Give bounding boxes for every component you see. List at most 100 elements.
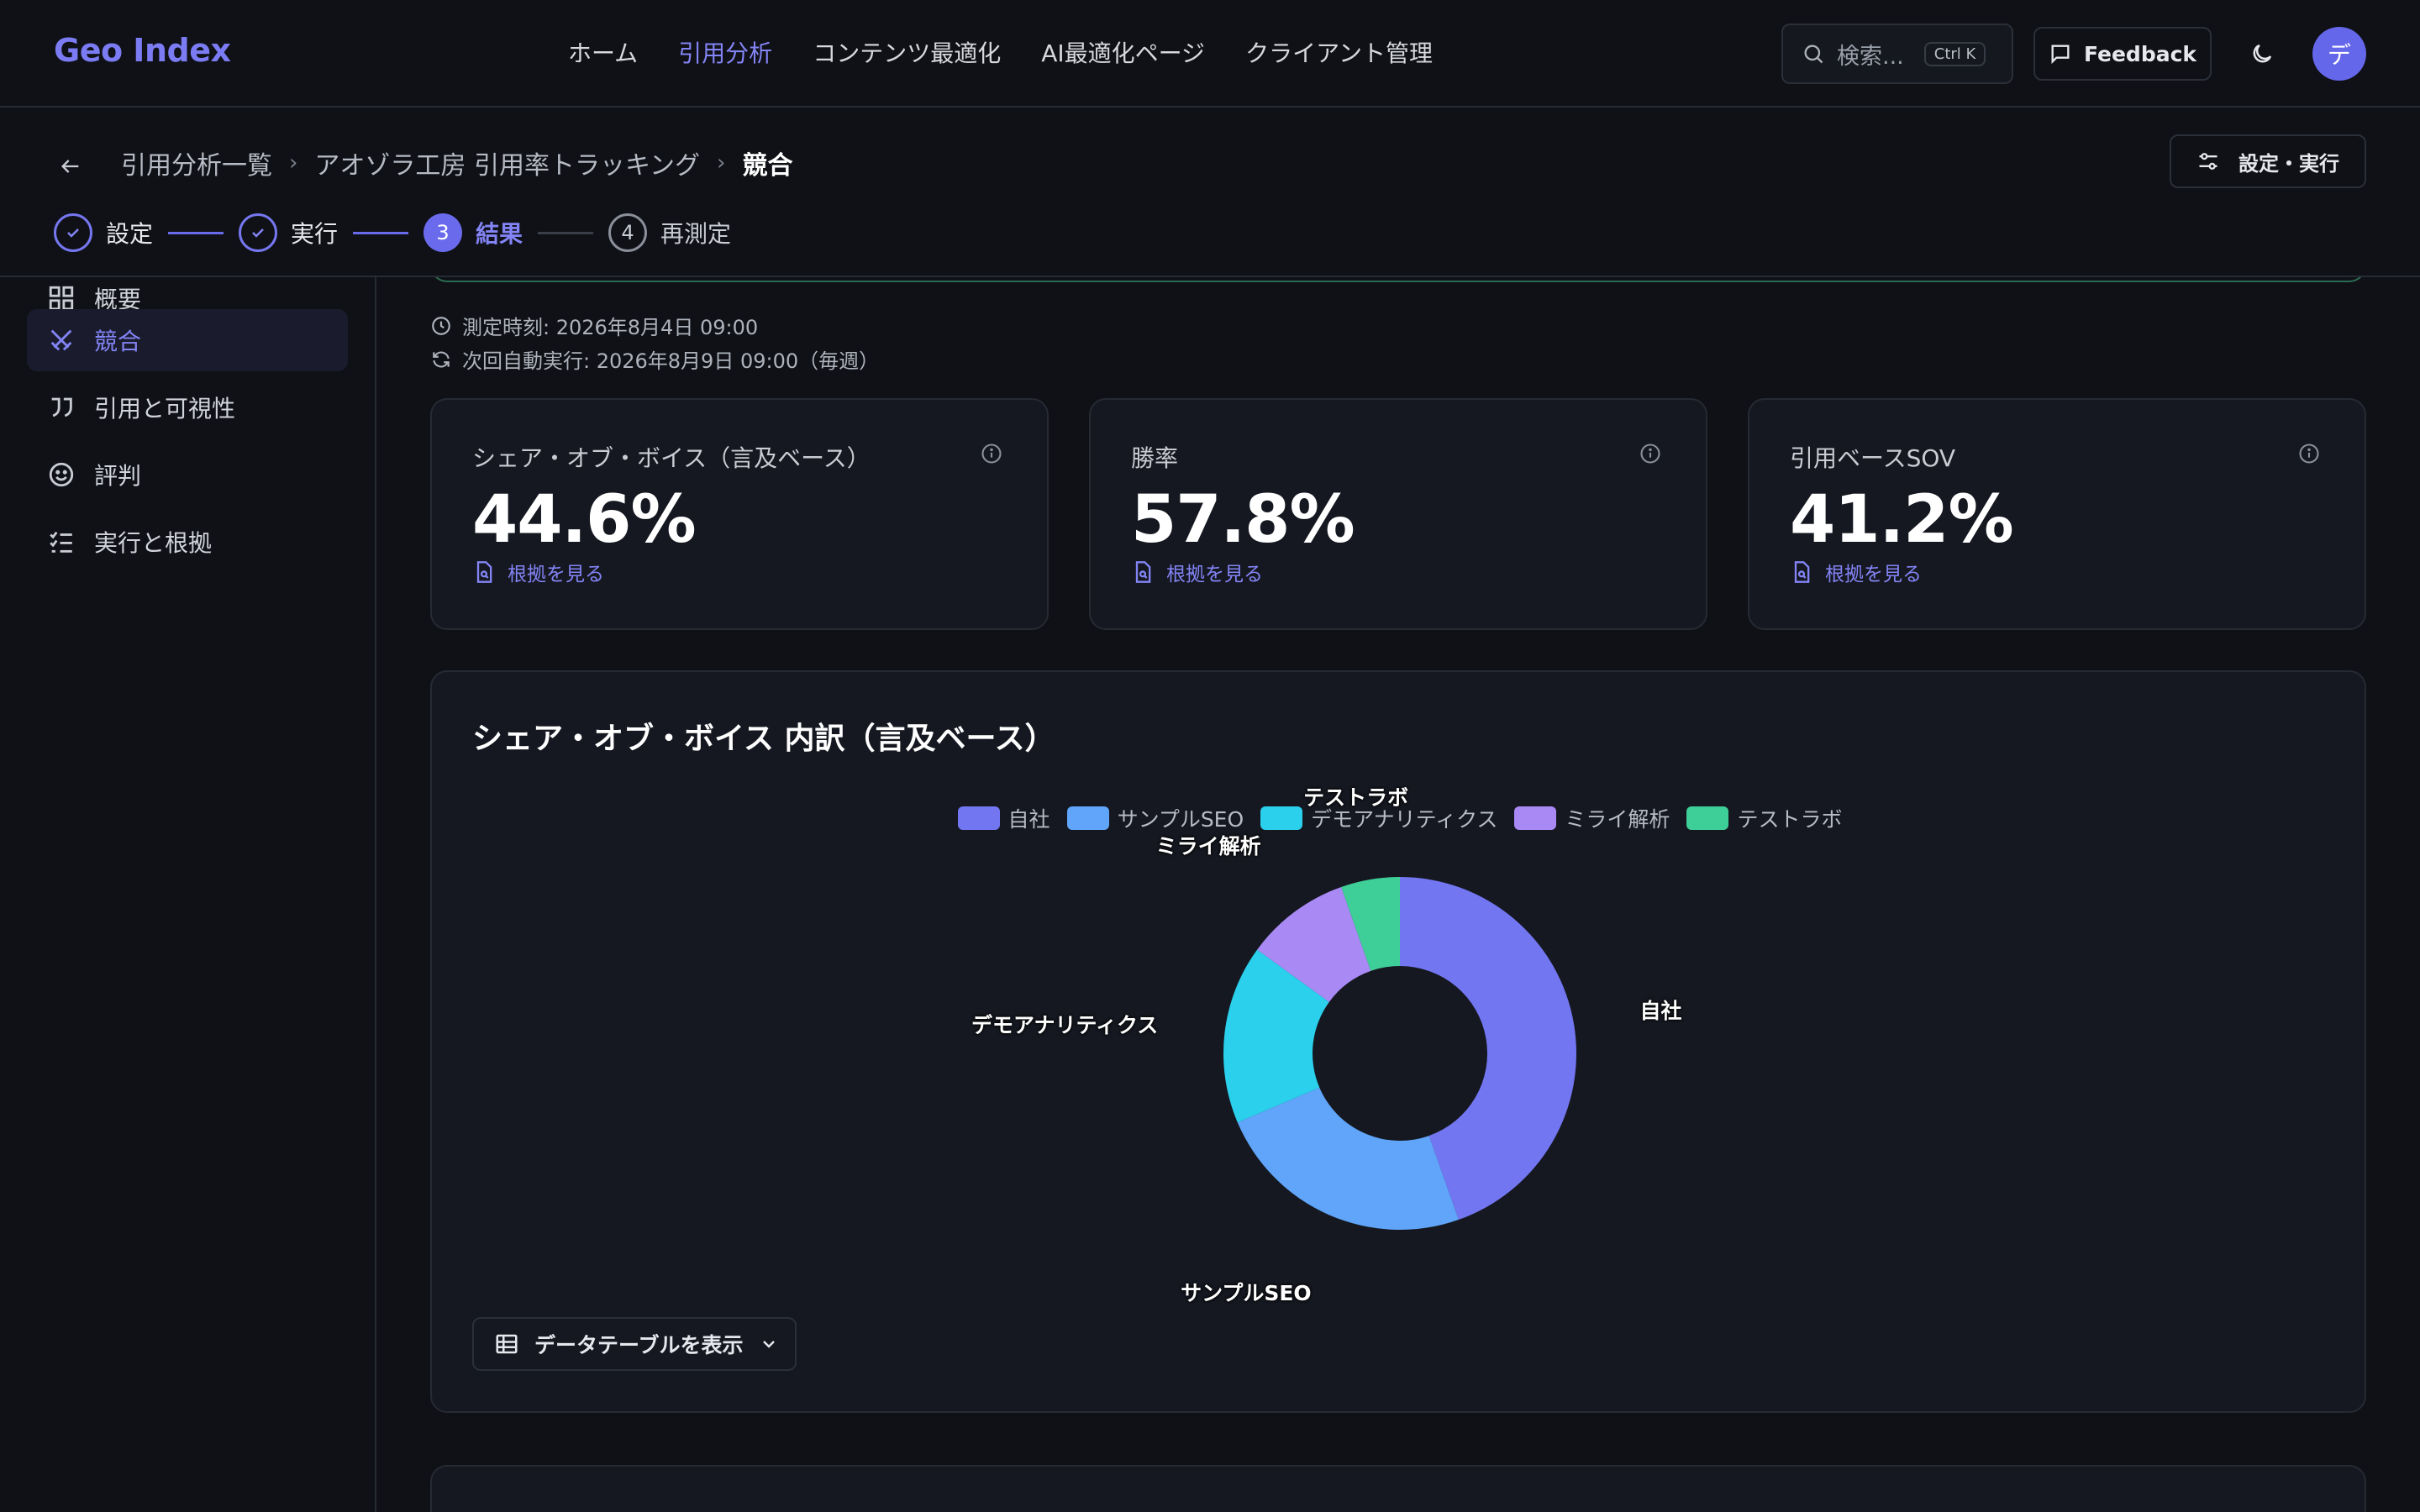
pie-label: デモアナリティクス xyxy=(971,1013,1159,1037)
legend-swatch xyxy=(1066,806,1109,830)
feedback-button[interactable]: Feedback xyxy=(2033,27,2212,81)
table-icon xyxy=(496,1334,518,1354)
pie-slice[interactable] xyxy=(1400,877,1577,1221)
nav-item-ai-optimized-pages[interactable]: AI最適化ページ xyxy=(1041,35,1205,69)
view-evidence-link[interactable]: 根拠を見る xyxy=(1790,558,1922,586)
view-evidence-label: 根拠を見る xyxy=(1825,564,1922,585)
view-evidence-label: 根拠を見る xyxy=(1166,564,1263,585)
nav-item-content-optimization[interactable]: コンテンツ最適化 xyxy=(813,35,1001,69)
nav-item-citation-analysis[interactable]: 引用分析 xyxy=(678,35,772,69)
legend-swatch xyxy=(1514,806,1557,830)
clock-icon xyxy=(432,316,450,335)
legend-swatch xyxy=(957,806,1000,830)
user-avatar[interactable]: デ xyxy=(2312,27,2366,81)
info-icon[interactable] xyxy=(980,442,1003,465)
pie-slice[interactable] xyxy=(1237,1087,1459,1230)
kpi-title: 勝率 xyxy=(1131,444,1179,472)
back-button[interactable] xyxy=(54,150,87,183)
kpi-title: 引用ベースSOV xyxy=(1790,444,1956,472)
chart-title: シェア・オブ・ボイス 内訳（言及ベース） xyxy=(472,722,1055,756)
pie-slice[interactable] xyxy=(1223,949,1329,1123)
step-remeasure[interactable]: 4 再測定 xyxy=(608,213,731,252)
nav-item-client-management[interactable]: クライアント管理 xyxy=(1245,35,1433,69)
page-subheader: 引用分析一覧 › アオゾラ工房 引用率トラッキング › 競合 設定・実行 設定 … xyxy=(0,109,2420,277)
sidebar-item-label: 実行と根拠 xyxy=(94,529,213,557)
sidebar-item-label: 競合 xyxy=(94,328,142,355)
theme-toggle-button[interactable] xyxy=(2242,34,2282,74)
view-evidence-link[interactable]: 根拠を見る xyxy=(472,558,604,586)
step-number: 4 xyxy=(608,213,648,252)
main-nav: ホーム 引用分析 コンテンツ最適化 AI最適化ページ クライアント管理 xyxy=(568,35,1433,69)
quote-icon xyxy=(51,397,72,417)
info-icon[interactable] xyxy=(2297,442,2321,465)
settings-run-label: 設定・実行 xyxy=(2238,151,2339,176)
pie-label: テストラボ xyxy=(1303,785,1409,811)
step-label: 結果 xyxy=(476,220,523,248)
sidebar-item-competitors[interactable]: 競合 xyxy=(27,309,348,371)
swords-icon xyxy=(50,329,72,351)
sidebar-item-runs-evidence[interactable]: 実行と根拠 xyxy=(27,511,348,573)
step-results[interactable]: 3 結果 xyxy=(424,213,523,252)
settings-run-button[interactable]: 設定・実行 xyxy=(2170,134,2366,188)
breadcrumb-item-list[interactable]: 引用分析一覧 xyxy=(121,144,272,181)
breadcrumb-item-project[interactable]: アオゾラ工房 引用率トラッキング xyxy=(314,144,700,181)
sidebar-item-reputation[interactable]: 評判 xyxy=(27,444,348,506)
pie-slice[interactable] xyxy=(1257,886,1371,1002)
file-search-icon xyxy=(1135,561,1151,583)
step-settings[interactable]: 設定 xyxy=(54,213,153,252)
view-evidence-label: 根拠を見る xyxy=(508,564,604,585)
pie-label: 自社 xyxy=(1639,998,1682,1023)
legend-item[interactable]: 自社 xyxy=(957,803,1050,833)
step-run[interactable]: 実行 xyxy=(239,213,338,252)
view-evidence-link[interactable]: 根拠を見る xyxy=(1131,558,1263,586)
legend-swatch xyxy=(1686,806,1729,830)
smile-icon xyxy=(49,462,74,487)
legend-item[interactable]: ミライ解析 xyxy=(1514,803,1670,833)
check-icon xyxy=(54,213,92,252)
measured-time: 測定時刻: 2026年8月4日 09:00 xyxy=(430,311,758,340)
legend-swatch xyxy=(1260,806,1303,830)
next-run-time: 次回自動実行: 2026年8月9日 09:00（毎週） xyxy=(430,344,879,374)
step-connector xyxy=(353,231,409,234)
sidebar: 概要 競合 引用と可視性 評判 実行と根拠 xyxy=(0,277,376,1512)
kpi-value: 44.6% xyxy=(472,482,697,558)
pie-label: サンプルSEO xyxy=(1181,1280,1312,1305)
next-section-card xyxy=(430,1465,2366,1512)
sov-breakdown-card: シェア・オブ・ボイス 内訳（言及ベース） 自社サンプルSEO デモアナリティクス ミ… xyxy=(430,670,2366,1413)
file-search-icon xyxy=(476,561,492,583)
feedback-label: Feedback xyxy=(2083,41,2197,66)
pie-label: ミライ解析 xyxy=(1155,833,1261,858)
chevron-down-icon xyxy=(762,1341,775,1348)
nav-item-home[interactable]: ホーム xyxy=(568,35,638,69)
breadcrumb-current: 競合 xyxy=(742,151,793,181)
search-shortcut-badge: Ctrl K xyxy=(1923,41,1986,66)
search-placeholder: 検索... xyxy=(1837,43,1904,70)
show-data-table-button[interactable]: データテーブルを表示 xyxy=(472,1317,797,1371)
step-label: 実行 xyxy=(291,220,339,248)
chevron-right-icon: › xyxy=(289,150,298,176)
arrow-left-icon xyxy=(61,160,79,173)
kpi-card-sov: シェア・オブ・ボイス（言及ベース） 44.6% 根拠を見る xyxy=(430,398,1049,630)
sidebar-item-citations[interactable]: 引用と可視性 xyxy=(27,376,348,438)
app-logo[interactable]: Geo Index xyxy=(54,32,231,69)
info-icon[interactable] xyxy=(1639,442,1662,465)
legend-label: ミライ解析 xyxy=(1565,807,1670,832)
moon-icon xyxy=(2253,44,2272,63)
search-box[interactable]: 検索... Ctrl K xyxy=(1781,24,2013,84)
legend-item[interactable]: テストラボ xyxy=(1686,803,1842,833)
grid-icon xyxy=(49,286,74,311)
message-icon xyxy=(2051,45,2070,65)
kpi-value: 41.2% xyxy=(1790,482,2014,558)
measured-time-text: 測定時刻: 2026年8月4日 09:00 xyxy=(462,316,759,339)
step-number: 3 xyxy=(424,213,463,252)
progress-stepper: 設定 実行 3 結果 4 再測定 xyxy=(54,213,731,252)
top-navbar: Geo Index ホーム 引用分析 コンテンツ最適化 AI最適化ページ クライ… xyxy=(0,0,2420,108)
kpi-card-win-rate: 勝率 57.8% 根拠を見る xyxy=(1089,398,1707,630)
step-connector xyxy=(168,231,224,234)
step-label: 設定 xyxy=(106,220,154,248)
next-run-text: 次回自動実行: 2026年8月9日 09:00（毎週） xyxy=(462,349,880,373)
kpi-card-citation-sov: 引用ベースSOV 41.2% 根拠を見る xyxy=(1748,398,2366,630)
pie-slice[interactable] xyxy=(1341,877,1400,971)
checklist-icon xyxy=(50,531,72,553)
check-icon xyxy=(239,213,278,252)
